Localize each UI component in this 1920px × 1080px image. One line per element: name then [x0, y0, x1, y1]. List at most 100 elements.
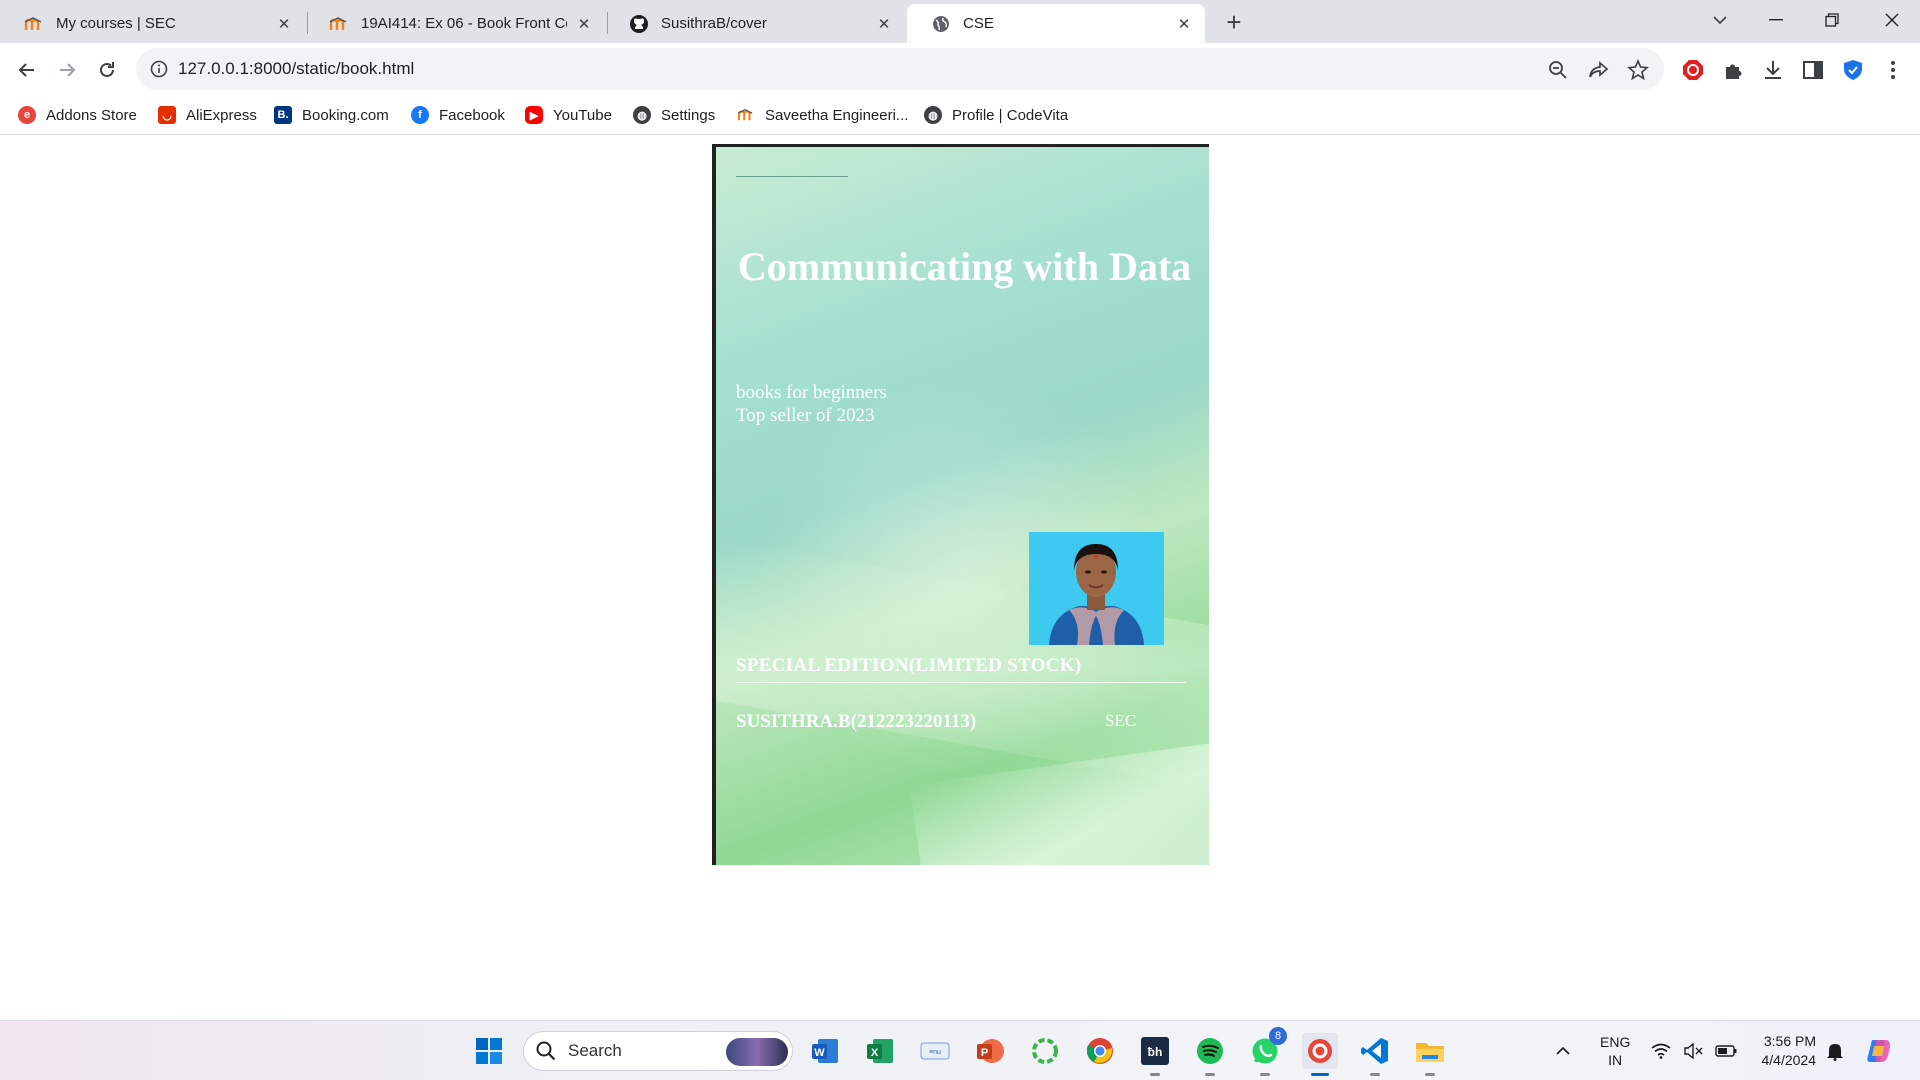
chevron-up-icon [1556, 1046, 1570, 1055]
restore-icon[interactable] [1804, 0, 1860, 40]
bookmark-label: YouTube [553, 106, 612, 124]
chrome-icon[interactable] [1082, 1033, 1118, 1069]
region-code: IN [1608, 1052, 1623, 1068]
author-name: SUSITHRA.B(212223220113) [736, 711, 977, 732]
app-icon[interactable]: ≡nu [917, 1033, 953, 1069]
running-indicator [1260, 1073, 1270, 1076]
bookmark-saveetha[interactable]: Saveetha Engineeri... [737, 103, 908, 127]
address-bar[interactable]: 127.0.0.1:8000/static/book.html [136, 48, 1664, 90]
terminal-app-icon[interactable]: ƀh [1137, 1033, 1173, 1076]
taskbar-search[interactable]: Search [523, 1031, 793, 1071]
side-panel-icon[interactable] [1800, 57, 1826, 83]
cover-divider [736, 682, 1186, 683]
bookmark-label: Settings [661, 106, 716, 124]
tab-search-icon[interactable] [1692, 0, 1748, 40]
clock[interactable]: 3:56 PM 4/4/2024 [1752, 1021, 1817, 1080]
college-name: SEC [1105, 711, 1137, 730]
adblock-extension-icon[interactable] [1680, 57, 1706, 83]
running-indicator [1370, 1073, 1380, 1076]
booking-icon: B. [274, 106, 292, 124]
addons-icon: e [18, 106, 36, 124]
clock-time: 3:56 PM [1763, 1033, 1816, 1049]
running-indicator [1150, 1073, 1160, 1076]
moodle-icon [24, 14, 44, 34]
minimize-icon[interactable] [1748, 0, 1804, 40]
shield-extension-icon[interactable] [1840, 57, 1866, 83]
back-icon[interactable] [10, 53, 44, 87]
bookmark-settings[interactable]: ◍ Settings [633, 103, 715, 127]
browser-toolbar: 127.0.0.1:8000/static/book.html [0, 43, 1920, 95]
tab-my-courses[interactable]: My courses | SEC ✕ [0, 4, 305, 43]
zoom-icon[interactable] [1546, 58, 1570, 82]
spotify-icon[interactable] [1192, 1033, 1228, 1076]
download-icon[interactable] [1760, 57, 1786, 83]
wifi-icon [1651, 1043, 1671, 1059]
edge-addon-browser-icon[interactable] [1302, 1033, 1338, 1076]
tab-strip: My courses | SEC ✕ 19AI414: Ex 06 - Book… [0, 0, 1920, 43]
book-cover: Communicating with Data books for beginn… [712, 144, 1209, 865]
forward-icon[interactable] [50, 53, 84, 87]
share-icon[interactable] [1586, 58, 1610, 82]
bookmark-booking[interactable]: B. Booking.com [274, 103, 389, 127]
reload-icon[interactable] [90, 53, 124, 87]
moodle-icon [329, 14, 349, 34]
powerpoint-icon[interactable]: P [972, 1033, 1008, 1069]
close-icon[interactable]: ✕ [1175, 15, 1193, 33]
search-placeholder: Search [568, 1041, 622, 1060]
book-title: Communicating with Data [737, 244, 1192, 289]
close-window-icon[interactable] [1864, 0, 1920, 40]
quick-settings[interactable] [1651, 1021, 1737, 1080]
file-explorer-icon[interactable] [1412, 1033, 1448, 1076]
bell-icon [1827, 1044, 1843, 1061]
tab-cse[interactable]: CSE ✕ [907, 4, 1205, 43]
battery-icon [1715, 1045, 1737, 1057]
book-subtitle: books for beginners Top seller of 2023 [736, 381, 887, 427]
show-hidden-icons[interactable] [1555, 1021, 1571, 1080]
search-highlight-image [726, 1038, 788, 1066]
start-windows-icon[interactable] [471, 1033, 507, 1069]
url-text[interactable]: 127.0.0.1:8000/static/book.html [178, 59, 414, 79]
tab-github-cover[interactable]: SusithraB/cover ✕ [605, 4, 905, 43]
bookmark-addons-store[interactable]: e Addons Store [18, 103, 137, 127]
bookmark-facebook[interactable]: f Facebook [411, 103, 505, 127]
author-photo [1029, 532, 1164, 645]
globe-icon: ◍ [633, 106, 651, 124]
close-icon[interactable]: ✕ [575, 15, 593, 33]
tab-book-front-cover[interactable]: 19AI414: Ex 06 - Book Front Cov ✕ [305, 4, 605, 43]
tab-title: 19AI414: Ex 06 - Book Front Cov [361, 15, 567, 32]
bookmark-label: Profile | CodeVita [952, 106, 1069, 124]
bookmark-codevita[interactable]: ◍ Profile | CodeVita [924, 103, 1068, 127]
notifications-bell[interactable] [1826, 1021, 1844, 1080]
loading-ring-icon[interactable] [1027, 1033, 1063, 1069]
svg-text:≡nu: ≡nu [929, 1049, 941, 1056]
bookmarks-bar: e Addons Store ◡ AliExpress B. Booking.c… [0, 95, 1920, 135]
copilot-icon[interactable] [1864, 1021, 1894, 1080]
bookmark-aliexpress[interactable]: ◡ AliExpress [158, 103, 257, 127]
language-indicator[interactable]: ENG IN [1600, 1021, 1630, 1080]
vscode-icon[interactable] [1357, 1033, 1393, 1076]
page-viewport: Communicating with Data books for beginn… [0, 136, 1920, 1020]
language-code: ENG [1600, 1034, 1631, 1050]
svg-text:X: X [871, 1047, 879, 1059]
globe-icon: ◍ [924, 106, 942, 124]
excel-icon[interactable]: X [862, 1033, 898, 1069]
youtube-icon: ▶ [525, 106, 543, 124]
site-info-icon[interactable] [150, 60, 168, 83]
globe-icon [931, 14, 951, 34]
bookmark-star-icon[interactable] [1626, 58, 1650, 82]
subtitle-line: books for beginners [736, 382, 887, 403]
new-tab-button[interactable]: + [1218, 6, 1250, 38]
svg-text:ƀh: ƀh [1148, 1045, 1163, 1059]
extensions-puzzle-icon[interactable] [1720, 57, 1746, 83]
github-icon [629, 14, 649, 34]
word-icon[interactable]: W [807, 1033, 843, 1069]
bookmark-label: Saveetha Engineeri... [765, 106, 909, 124]
windows-taskbar: Search W X ≡nu P ƀh 8 ENG IN 3:56 PM 4/4… [0, 1020, 1920, 1080]
bookmark-label: Addons Store [46, 106, 137, 124]
close-icon[interactable]: ✕ [275, 15, 293, 33]
bookmark-youtube[interactable]: ▶ YouTube [525, 103, 612, 127]
close-icon[interactable]: ✕ [875, 15, 893, 33]
menu-kebab-icon[interactable] [1880, 57, 1906, 83]
speaker-muted-icon [1684, 1043, 1703, 1059]
whatsapp-icon[interactable]: 8 [1247, 1027, 1287, 1076]
